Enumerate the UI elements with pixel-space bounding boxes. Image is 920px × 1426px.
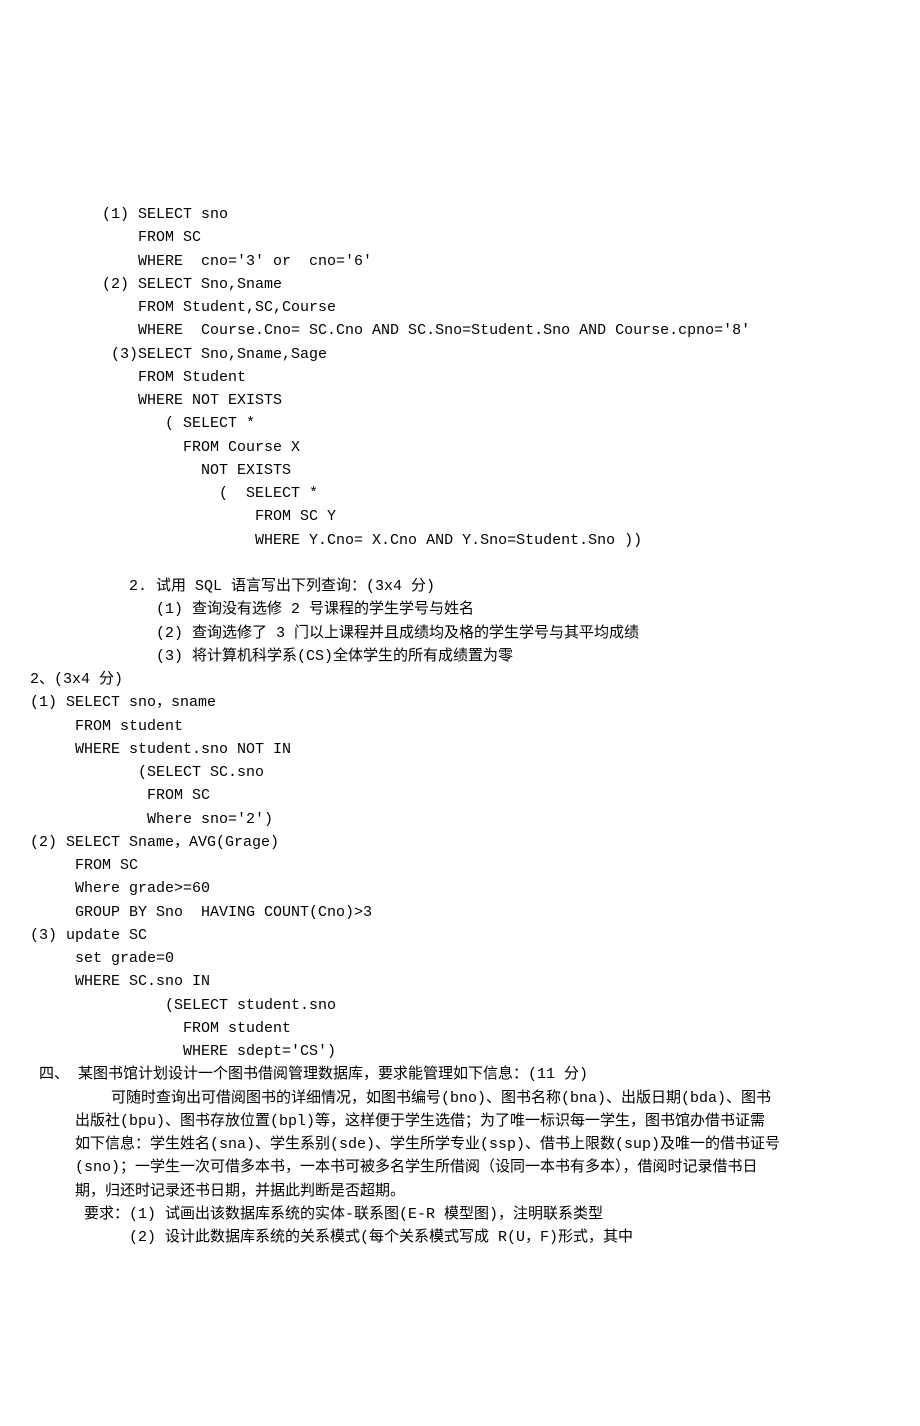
text-line: FROM SC (30, 784, 890, 807)
text-line: WHERE cno='3' or cno='6' (30, 250, 890, 273)
text-line: WHERE student.sno NOT IN (30, 738, 890, 761)
text-line: 四、 某图书馆计划设计一个图书借阅管理数据库，要求能管理如下信息：(11 分) (30, 1063, 890, 1086)
text-line: WHERE NOT EXISTS (30, 389, 890, 412)
text-line: (1) SELECT sno，sname (30, 691, 890, 714)
text-line: FROM SC Y (30, 505, 890, 528)
text-line: ( SELECT * (30, 482, 890, 505)
text-line: ( SELECT * (30, 412, 890, 435)
text-line: WHERE Course.Cno= SC.Cno AND SC.Sno=Stud… (30, 319, 890, 342)
text-line: WHERE SC.sno IN (30, 970, 890, 993)
text-line: (3) update SC (30, 924, 890, 947)
text-line: FROM student (30, 1017, 890, 1040)
text-line: 2. 试用 SQL 语言写出下列查询：(3x4 分) (30, 575, 890, 598)
text-line: (1) 查询没有选修 2 号课程的学生学号与姓名 (30, 598, 890, 621)
text-line: 如下信息：学生姓名(sna)、学生系别(sde)、学生所学专业(ssp)、借书上… (30, 1133, 890, 1156)
text-line: 出版社(bpu)、图书存放位置(bpl)等，这样便于学生选借；为了唯一标识每一学… (30, 1110, 890, 1133)
text-line: 可随时查询出可借阅图书的详细情况，如图书编号(bno)、图书名称(bna)、出版… (30, 1087, 890, 1110)
text-line: 要求：(1) 试画出该数据库系统的实体-联系图(E-R 模型图)，注明联系类型 (30, 1203, 890, 1226)
text-line: (SELECT SC.sno (30, 761, 890, 784)
text-line: NOT EXISTS (30, 459, 890, 482)
text-line: (sno)；一学生一次可借多本书，一本书可被多名学生所借阅（设同一本书有多本），… (30, 1156, 890, 1179)
text-line: 期，归还时记录还书日期，并据此判断是否超期。 (30, 1180, 890, 1203)
text-line: WHERE Y.Cno= X.Cno AND Y.Sno=Student.Sno… (30, 529, 890, 552)
text-line: Where grade>=60 (30, 877, 890, 900)
text-line: (1) SELECT sno (30, 203, 890, 226)
text-line: Where sno='2') (30, 808, 890, 831)
text-line: FROM Course X (30, 436, 890, 459)
text-line: (2) SELECT Sno,Sname (30, 273, 890, 296)
text-line (30, 552, 890, 575)
text-line: WHERE sdept='CS') (30, 1040, 890, 1063)
text-line: FROM student (30, 715, 890, 738)
text-line: FROM Student,SC,Course (30, 296, 890, 319)
text-line: 2、(3x4 分) (30, 668, 890, 691)
text-line: FROM SC (30, 854, 890, 877)
text-line: set grade=0 (30, 947, 890, 970)
text-line: (3)SELECT Sno,Sname,Sage (30, 343, 890, 366)
text-line: FROM SC (30, 226, 890, 249)
text-line: FROM Student (30, 366, 890, 389)
text-line: GROUP BY Sno HAVING COUNT(Cno)>3 (30, 901, 890, 924)
text-line: (3) 将计算机科学系(CS)全体学生的所有成绩置为零 (30, 645, 890, 668)
document-body: (1) SELECT sno FROM SC WHERE cno='3' or … (30, 203, 890, 1249)
text-line: (2) 查询选修了 3 门以上课程并且成绩均及格的学生学号与其平均成绩 (30, 622, 890, 645)
text-line: (SELECT student.sno (30, 994, 890, 1017)
text-line: (2) 设计此数据库系统的关系模式(每个关系模式写成 R(U，F)形式，其中 (30, 1226, 890, 1249)
text-line: (2) SELECT Sname，AVG(Grage) (30, 831, 890, 854)
